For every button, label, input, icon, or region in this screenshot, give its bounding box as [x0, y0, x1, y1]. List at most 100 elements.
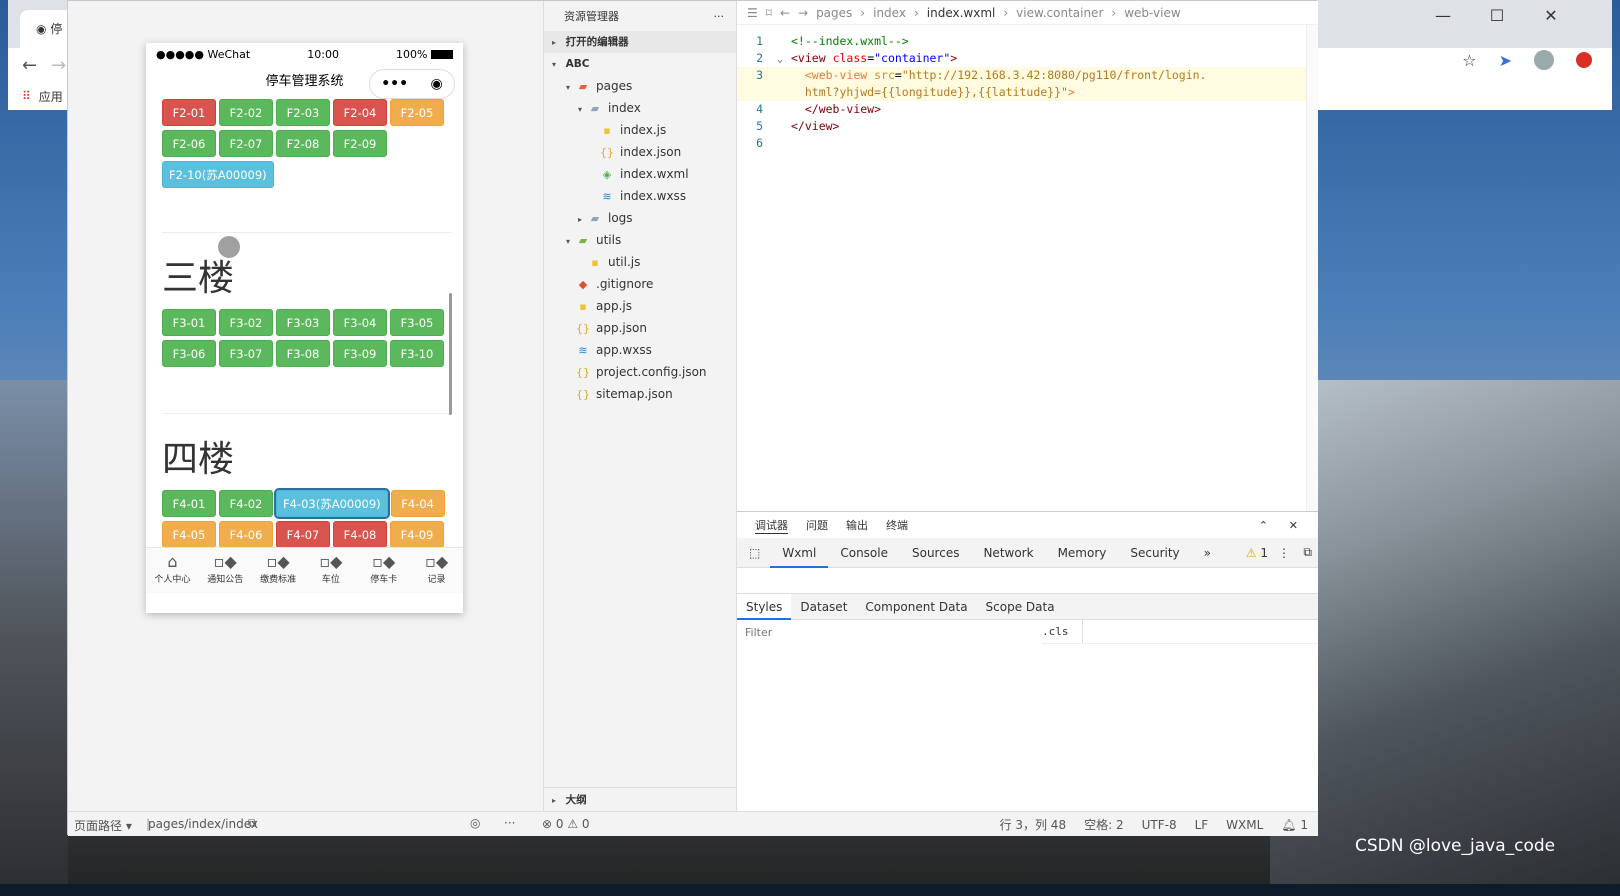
tab-item[interactable]: ⌂ 个人中心: [146, 548, 199, 593]
code-area[interactable]: 1 <!--index.wxml--> 2 ⌄ <view class="contain…: [737, 25, 1318, 152]
styles-tab[interactable]: Component Data: [856, 594, 976, 620]
styles-tab[interactable]: Dataset: [791, 594, 856, 620]
more-icon[interactable]: •••: [381, 70, 408, 98]
code-line[interactable]: 2 ⌄ <view class="container">: [737, 50, 1318, 67]
code-line[interactable]: 5 </view>: [737, 118, 1318, 135]
parking-slot[interactable]: F4-03(苏A00009): [274, 488, 390, 519]
code-line[interactable]: 4 </web-view>: [737, 101, 1318, 118]
tab-item[interactable]: ▫◆ 缴费标准: [252, 548, 305, 593]
forward-arrow-icon[interactable]: →: [51, 55, 66, 76]
outline-section[interactable]: ▸ 大纲: [544, 787, 737, 811]
parking-slot[interactable]: F2-07: [219, 130, 273, 157]
styles-tab[interactable]: Scope Data: [977, 594, 1064, 620]
debugger-top-tab[interactable]: 终端: [886, 517, 908, 533]
copy-icon[interactable]: ⧉: [248, 816, 257, 831]
capsule-menu[interactable]: ••• ◉: [369, 69, 455, 99]
tab-item[interactable]: ▫◆ 车位: [304, 548, 357, 593]
notification[interactable]: 🔔︎ 1: [1281, 818, 1308, 832]
minimize-icon[interactable]: —: [1420, 6, 1466, 25]
parking-slot[interactable]: F4-09: [390, 521, 444, 548]
more-icon[interactable]: ···: [504, 816, 515, 830]
parking-slot[interactable]: F4-07: [276, 521, 330, 548]
file-tree-item[interactable]: {} app.json: [544, 317, 736, 339]
cls-toggle[interactable]: .cls: [1042, 620, 1082, 643]
tab-item[interactable]: ▫◆ 通知公告: [199, 548, 252, 593]
forward-arrow-icon[interactable]: →: [798, 6, 808, 20]
parking-slot[interactable]: F3-01: [162, 309, 216, 336]
star-icon[interactable]: ☆: [1462, 51, 1476, 70]
list-icon[interactable]: ☰: [747, 6, 758, 20]
close-icon[interactable]: ✕: [1289, 519, 1298, 532]
parking-slot[interactable]: F4-05: [162, 521, 216, 548]
tab-item[interactable]: ▫◆ 停车卡: [357, 548, 410, 593]
breadcrumb-item[interactable]: web-view: [1124, 6, 1180, 20]
debugger-top-tab[interactable]: 输出: [846, 517, 868, 533]
parking-slot[interactable]: F2-09: [333, 130, 387, 157]
file-tree-item[interactable]: {} project.config.json: [544, 361, 736, 383]
more-icon[interactable]: ···: [714, 10, 725, 23]
problems-count[interactable]: ⊗ 0 ⚠ 0: [542, 817, 590, 831]
code-line[interactable]: 1 <!--index.wxml-->: [737, 33, 1318, 50]
extension-icon[interactable]: ➤: [1499, 51, 1512, 70]
parking-slot[interactable]: F2-05: [390, 99, 444, 126]
tab-console[interactable]: Console: [828, 538, 900, 568]
dock-icon[interactable]: ⧉: [1303, 545, 1312, 560]
tab-network[interactable]: Network: [971, 538, 1045, 568]
scrollbar[interactable]: [1306, 25, 1318, 523]
breadcrumb-item[interactable]: index: [873, 6, 906, 20]
tab-wxml[interactable]: Wxml: [770, 538, 829, 568]
parking-slot[interactable]: F4-01: [162, 490, 216, 517]
parking-slot[interactable]: F2-10(苏A00009): [162, 161, 274, 188]
cursor-position[interactable]: 行 3，列 48: [1000, 816, 1067, 833]
language-mode[interactable]: WXML: [1226, 818, 1263, 832]
file-tree-item[interactable]: ≋ app.wxss: [544, 339, 736, 361]
update-icon[interactable]: [1576, 52, 1592, 68]
breadcrumb-item[interactable]: pages: [816, 6, 852, 20]
kebab-menu-icon[interactable]: ⋮: [1278, 546, 1290, 560]
breadcrumb-item[interactable]: view.container: [1016, 6, 1103, 20]
styles-filter-input[interactable]: [737, 620, 1042, 644]
file-tree-item[interactable]: ≋ index.wxss: [544, 185, 736, 207]
tab-item[interactable]: ▫◆ 记录: [410, 548, 463, 593]
close-icon[interactable]: ✕: [1528, 6, 1574, 25]
file-tree-item[interactable]: ▪ util.js: [544, 251, 736, 273]
file-tree-item[interactable]: ▸ ▰ logs: [544, 207, 736, 229]
debugger-top-tab[interactable]: 调试器: [755, 517, 788, 534]
avatar[interactable]: [1534, 50, 1554, 70]
back-arrow-icon[interactable]: ←: [780, 6, 790, 20]
back-arrow-icon[interactable]: ←: [22, 55, 37, 76]
parking-slot[interactable]: F3-02: [219, 309, 273, 336]
parking-slot[interactable]: F4-04: [390, 490, 445, 517]
file-tree-item[interactable]: ◈ index.wxml: [544, 163, 736, 185]
parking-slot[interactable]: F3-03: [276, 309, 330, 336]
parking-slot[interactable]: F2-06: [162, 130, 216, 157]
file-tree-item[interactable]: ▾ ▰ pages: [544, 75, 736, 97]
parking-slot[interactable]: F4-06: [219, 521, 273, 548]
encoding[interactable]: UTF-8: [1142, 818, 1177, 832]
apps-bookmark[interactable]: 应用: [39, 88, 63, 105]
parking-slot[interactable]: F3-09: [333, 340, 387, 367]
parking-slot[interactable]: F2-04: [333, 99, 387, 126]
parking-slot[interactable]: F3-08: [276, 340, 330, 367]
file-tree-item[interactable]: {} sitemap.json: [544, 383, 736, 405]
parking-slot[interactable]: F4-02: [219, 490, 273, 517]
more-tabs-icon[interactable]: »: [1192, 538, 1223, 568]
apps-grid-icon[interactable]: ⠿: [22, 89, 31, 103]
file-tree-item[interactable]: ◆ .gitignore: [544, 273, 736, 295]
tab-sources[interactable]: Sources: [900, 538, 971, 568]
breadcrumb-item[interactable]: index.wxml: [927, 6, 996, 20]
file-tree-item[interactable]: ▪ app.js: [544, 295, 736, 317]
styles-tab[interactable]: Styles: [737, 593, 792, 620]
parking-slot[interactable]: F3-10: [390, 340, 444, 367]
file-tree-item[interactable]: {} index.json: [544, 141, 736, 163]
parking-slot[interactable]: F3-07: [219, 340, 273, 367]
inspect-icon[interactable]: ⬚: [749, 546, 770, 560]
parking-slot[interactable]: F2-08: [276, 130, 330, 157]
indentation[interactable]: 空格: 2: [1084, 816, 1124, 833]
project-section[interactable]: ▾ ABC: [544, 53, 736, 75]
parking-slot[interactable]: F2-01: [162, 99, 216, 126]
fold-icon[interactable]: ⌄: [777, 51, 791, 68]
record-icon[interactable]: ◉: [431, 70, 443, 98]
file-tree-item[interactable]: ▪ index.js: [544, 119, 736, 141]
tab-memory[interactable]: Memory: [1046, 538, 1119, 568]
